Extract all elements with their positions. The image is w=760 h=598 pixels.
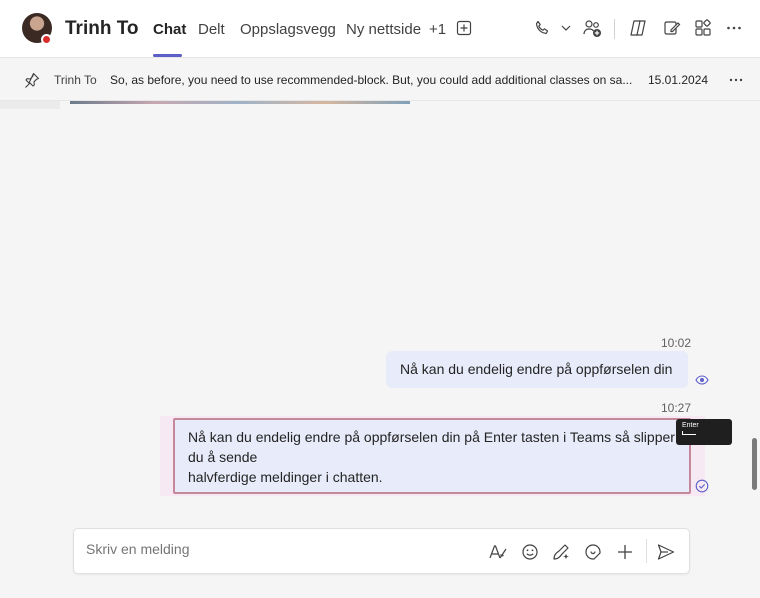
people-add-icon[interactable] bbox=[582, 18, 602, 38]
edit-icon[interactable] bbox=[662, 18, 682, 38]
active-tab-indicator bbox=[153, 54, 182, 57]
scrollbar-thumb[interactable] bbox=[752, 438, 757, 490]
pinned-author: Trinh To bbox=[54, 73, 97, 87]
image-message-frame bbox=[0, 101, 60, 109]
send-icon[interactable] bbox=[656, 542, 676, 562]
message-line: halvferdige meldinger i chatten. bbox=[188, 469, 383, 485]
apps-icon[interactable] bbox=[693, 18, 713, 38]
phone-icon[interactable] bbox=[532, 18, 552, 38]
tab-chat[interactable]: Chat bbox=[153, 21, 186, 38]
emoji-icon[interactable] bbox=[520, 542, 540, 562]
message-time: 10:27 bbox=[661, 401, 692, 415]
pinned-date: 15.01.2024 bbox=[648, 73, 709, 87]
composer-divider bbox=[646, 539, 647, 563]
message-input[interactable] bbox=[86, 541, 466, 557]
pinned-more-icon[interactable] bbox=[726, 70, 746, 90]
plus-icon[interactable] bbox=[615, 542, 635, 562]
message-line: du å sende bbox=[188, 449, 258, 465]
pinned-text[interactable]: So, as before, you need to use recommend… bbox=[110, 73, 640, 87]
message-line: Nå kan du endelig endre på oppførselen d… bbox=[188, 429, 675, 445]
sent-check-icon bbox=[695, 479, 709, 493]
presence-status-icon bbox=[41, 34, 52, 45]
message-bubble[interactable]: Nå kan du endelig endre på oppførselen d… bbox=[386, 351, 688, 388]
message-bubble-selected[interactable]: Nå kan du endelig endre på oppførselen d… bbox=[173, 418, 691, 494]
copilot-icon[interactable] bbox=[628, 18, 648, 38]
enter-key-icon bbox=[682, 431, 696, 435]
chevron-down-icon[interactable] bbox=[556, 18, 576, 38]
header-divider bbox=[614, 19, 615, 39]
tab-more-count[interactable]: +1 bbox=[429, 21, 446, 38]
sticker-icon[interactable] bbox=[583, 542, 603, 562]
loop-icon[interactable] bbox=[551, 542, 571, 562]
chat-title: Trinh To bbox=[65, 18, 139, 39]
add-tab-icon[interactable] bbox=[454, 18, 474, 38]
keyboard-tooltip: Enter bbox=[676, 419, 732, 445]
tab-delt[interactable]: Delt bbox=[198, 21, 225, 38]
tab-oppslagsvegg[interactable]: Oppslagsvegg bbox=[240, 21, 336, 38]
more-icon[interactable] bbox=[724, 18, 744, 38]
pin-icon bbox=[22, 70, 42, 90]
tooltip-label: Enter bbox=[682, 422, 699, 429]
format-icon[interactable] bbox=[488, 542, 508, 562]
message-time: 10:02 bbox=[661, 336, 692, 350]
image-message[interactable] bbox=[70, 101, 410, 104]
seen-icon bbox=[695, 373, 709, 387]
tab-ny-nettside[interactable]: Ny nettside bbox=[346, 21, 421, 38]
